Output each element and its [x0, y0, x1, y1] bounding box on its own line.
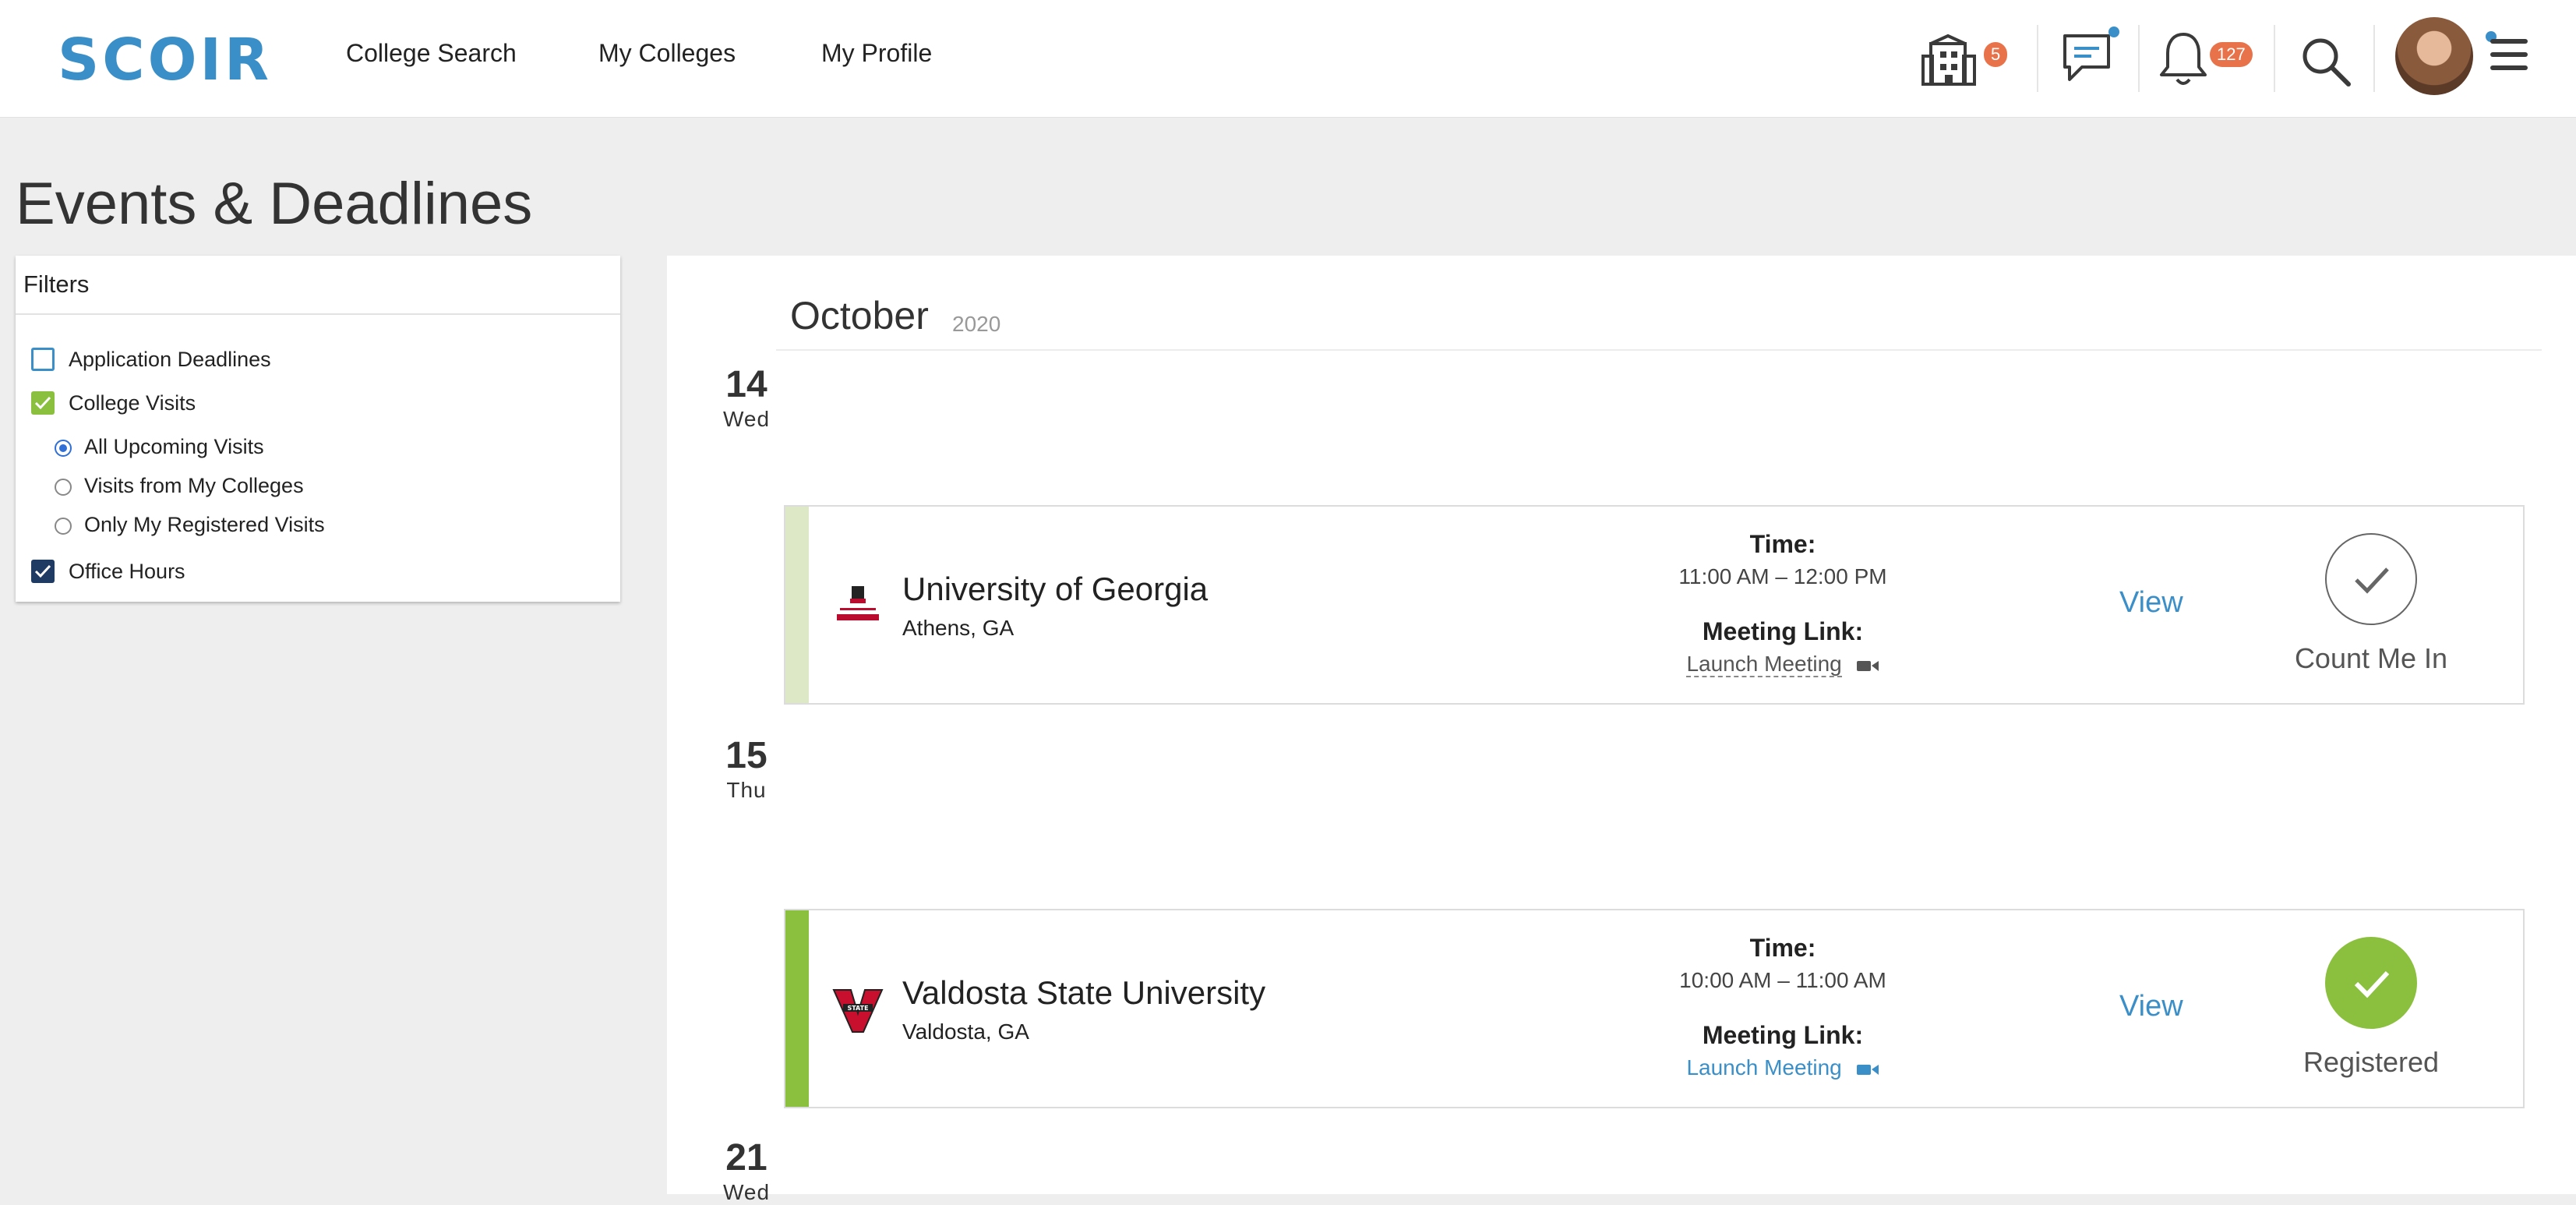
event-card: STATE Valdosta State University Valdosta…: [784, 909, 2525, 1108]
page-title: Events & Deadlines: [16, 171, 533, 237]
building-icon: [1921, 34, 1976, 86]
nav-college-search[interactable]: College Search: [346, 39, 517, 68]
check-icon: [34, 396, 51, 410]
notifications-count-badge: 127: [2210, 42, 2253, 67]
college-visits-label[interactable]: College Visits: [69, 391, 196, 415]
view-event-link[interactable]: View: [2119, 586, 2183, 620]
video-camera-icon: [1856, 1064, 1879, 1075]
registered-label: Registered: [2303, 1046, 2440, 1078]
check-icon: [34, 564, 51, 578]
count-me-in-label[interactable]: Count Me In: [2266, 642, 2476, 675]
school-location: Valdosta, GA: [902, 1019, 1029, 1044]
office-hours-label[interactable]: Office Hours: [69, 560, 185, 584]
launch-meeting-link[interactable]: Launch Meeting: [1627, 1055, 1939, 1080]
month-divider: [776, 349, 2542, 351]
university-of-georgia-logo: [837, 586, 879, 620]
events-list: October 2020 14 Wed University of Georgi…: [667, 256, 2576, 1204]
status-bar: [785, 910, 809, 1107]
valdosta-state-logo: STATE: [832, 989, 884, 1033]
menu-icon[interactable]: [2490, 39, 2528, 73]
event-time: 10:00 AM – 11:00 AM: [1679, 968, 1886, 992]
visits-from-my-colleges-label[interactable]: Visits from My Colleges: [84, 474, 304, 498]
launch-meeting-text[interactable]: Launch Meeting: [1686, 1055, 1841, 1080]
meeting-link-label: Meeting Link:: [1702, 617, 1864, 645]
count-me-in-button[interactable]: [2325, 533, 2417, 625]
chat-icon: [2063, 34, 2110, 81]
messages-button[interactable]: [2060, 19, 2138, 97]
top-navigation-bar: SCOIR College Search My Colleges My Prof…: [0, 0, 2576, 118]
divider: [2037, 25, 2038, 92]
nav-my-colleges[interactable]: My Colleges: [598, 39, 736, 68]
day-name: Wed: [722, 407, 771, 431]
school-location: Athens, GA: [902, 616, 1015, 640]
search-icon: [2303, 38, 2351, 87]
registered-button[interactable]: [2325, 937, 2417, 1029]
event-time: 11:00 AM – 12:00 PM: [1678, 564, 1887, 588]
notifications-button[interactable]: 127: [2158, 19, 2253, 97]
meeting-link-label: Meeting Link:: [1702, 1021, 1864, 1049]
time-label: Time:: [1749, 530, 1816, 558]
avatar[interactable]: [2395, 17, 2473, 95]
video-camera-icon: [1856, 660, 1879, 671]
college-visits-checkbox[interactable]: [31, 391, 55, 415]
divider: [2373, 25, 2375, 92]
check-icon: [2355, 567, 2389, 594]
filters-panel: Filters Application Deadlines College Vi…: [16, 256, 620, 602]
application-deadlines-checkbox[interactable]: [31, 348, 55, 371]
year-label: 2020: [952, 312, 1001, 336]
day-name: Thu: [726, 778, 767, 802]
all-upcoming-visits-label[interactable]: All Upcoming Visits: [84, 435, 264, 459]
event-card: University of Georgia Athens, GA Time: 1…: [784, 505, 2525, 705]
day-number: 14: [725, 364, 768, 405]
launch-meeting-link[interactable]: Launch Meeting: [1627, 652, 1939, 677]
svg-text:STATE: STATE: [847, 1005, 868, 1012]
radio-only-my-registered-visits[interactable]: [55, 518, 72, 535]
nav-my-profile[interactable]: My Profile: [821, 39, 932, 68]
colleges-count-badge: 5: [1984, 42, 2008, 67]
bell-icon: [2160, 33, 2207, 85]
school-name[interactable]: Valdosta State University: [902, 974, 1265, 1012]
status-bar: [785, 507, 809, 703]
office-hours-checkbox[interactable]: [31, 560, 55, 583]
my-colleges-button[interactable]: 5: [1921, 19, 2008, 97]
launch-meeting-text[interactable]: Launch Meeting: [1686, 652, 1842, 677]
radio-all-upcoming-visits[interactable]: [55, 440, 72, 457]
only-my-registered-visits-label[interactable]: Only My Registered Visits: [84, 513, 325, 537]
filters-title: Filters: [16, 256, 620, 315]
day-name: Wed: [722, 1180, 771, 1204]
application-deadlines-label[interactable]: Application Deadlines: [69, 348, 271, 372]
unread-dot: [2108, 27, 2119, 37]
check-icon: [2354, 970, 2390, 998]
month-heading: October: [790, 294, 929, 337]
search-button[interactable]: [2294, 19, 2372, 97]
school-name[interactable]: University of Georgia: [902, 571, 1208, 608]
time-label: Time:: [1749, 934, 1816, 962]
scoir-logo[interactable]: SCOIR: [58, 27, 272, 94]
divider: [2274, 25, 2275, 92]
day-number: 21: [725, 1137, 768, 1178]
day-number: 15: [725, 735, 768, 776]
divider: [2138, 25, 2140, 92]
radio-visits-from-my-colleges[interactable]: [55, 479, 72, 496]
view-event-link[interactable]: View: [2119, 990, 2183, 1023]
